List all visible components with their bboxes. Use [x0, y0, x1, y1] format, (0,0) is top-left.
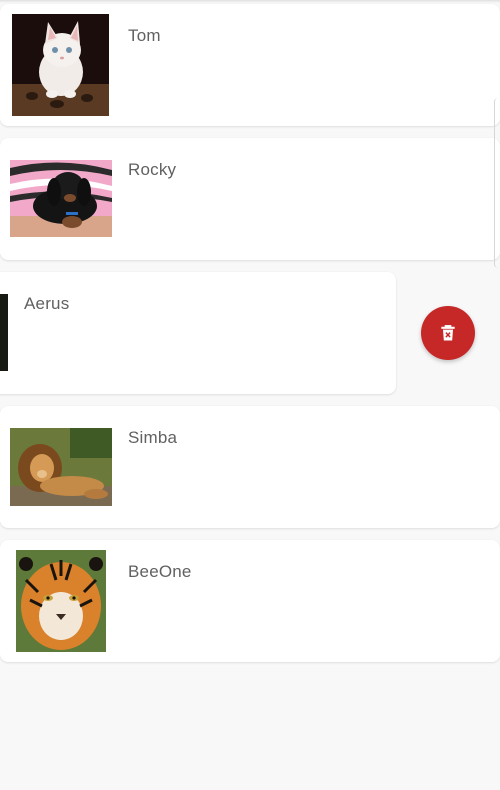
delete-icon: [441, 325, 455, 341]
pet-list: Tom Rocky Aerus Simba BeeOne: [0, 0, 500, 790]
pet-name-beeone: BeeOne: [128, 562, 192, 581]
pet-name-aerus: Aerus: [24, 294, 70, 313]
list-item-aerus[interactable]: Aerus: [0, 272, 396, 394]
pet-photo-aerus: [0, 294, 8, 371]
list-item-rocky[interactable]: Rocky: [0, 138, 500, 260]
list-item-tom[interactable]: Tom: [0, 4, 500, 126]
pet-name-tom: Tom: [128, 26, 161, 45]
top-shadow: [0, 0, 500, 3]
list-item-beeone[interactable]: BeeOne: [0, 540, 500, 662]
pet-name-simba: Simba: [128, 428, 178, 447]
pet-photo-rocky: [10, 160, 112, 237]
delete-button[interactable]: [421, 306, 475, 360]
pet-photo-simba: [10, 428, 112, 506]
list-item-simba[interactable]: Simba: [0, 406, 500, 528]
pet-name-rocky: Rocky: [128, 160, 177, 179]
pet-photo-tom: [12, 14, 109, 116]
pet-photo-beeone: [16, 550, 106, 652]
scroll-indicator[interactable]: [494, 98, 500, 268]
